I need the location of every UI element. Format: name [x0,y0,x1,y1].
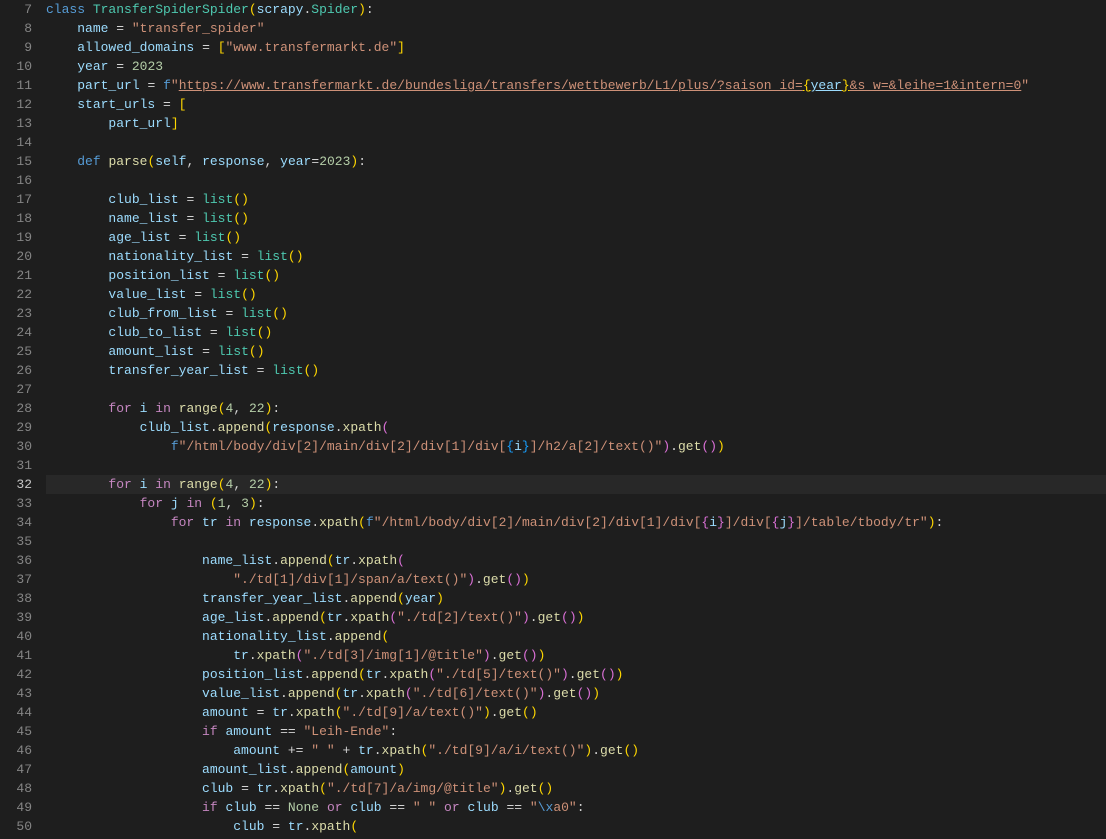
code-line[interactable] [46,456,1106,475]
line-number: 35 [0,532,32,551]
line-number: 47 [0,760,32,779]
code-line[interactable]: f"/html/body/div[2]/main/div[2]/div[1]/d… [46,437,1106,456]
code-line[interactable] [46,133,1106,152]
line-number: 36 [0,551,32,570]
code-line[interactable]: def parse(self, response, year=2023): [46,152,1106,171]
code-line[interactable]: club = tr.xpath("./td[7]/a/img/@title").… [46,779,1106,798]
code-line[interactable]: if amount == "Leih-Ende": [46,722,1106,741]
line-number: 24 [0,323,32,342]
code-line[interactable] [46,532,1106,551]
code-editor[interactable]: 7891011121314151617181920212223242526272… [0,0,1106,839]
line-number: 20 [0,247,32,266]
code-line[interactable]: amount_list.append(amount) [46,760,1106,779]
line-number: 26 [0,361,32,380]
line-number: 34 [0,513,32,532]
code-line[interactable]: club_from_list = list() [46,304,1106,323]
code-line[interactable]: year = 2023 [46,57,1106,76]
line-number: 45 [0,722,32,741]
line-number: 8 [0,19,32,38]
line-number: 7 [0,0,32,19]
line-number: 14 [0,133,32,152]
line-number: 37 [0,570,32,589]
line-number: 23 [0,304,32,323]
line-number: 9 [0,38,32,57]
code-line[interactable]: name_list = list() [46,209,1106,228]
line-number: 29 [0,418,32,437]
line-number-gutter: 7891011121314151617181920212223242526272… [0,0,46,839]
code-line[interactable]: club_list.append(response.xpath( [46,418,1106,437]
line-number: 31 [0,456,32,475]
code-line[interactable]: part_url] [46,114,1106,133]
code-line[interactable]: for tr in response.xpath(f"/html/body/di… [46,513,1106,532]
code-line[interactable]: club_list = list() [46,190,1106,209]
code-line[interactable]: club_to_list = list() [46,323,1106,342]
code-line[interactable]: for j in (1, 3): [46,494,1106,513]
line-number: 17 [0,190,32,209]
code-line[interactable]: for i in range(4, 22): [46,475,1106,494]
line-number: 44 [0,703,32,722]
line-number: 12 [0,95,32,114]
code-line[interactable]: nationality_list = list() [46,247,1106,266]
line-number: 39 [0,608,32,627]
line-number: 43 [0,684,32,703]
line-number: 30 [0,437,32,456]
line-number: 15 [0,152,32,171]
line-number: 49 [0,798,32,817]
code-line[interactable]: name_list.append(tr.xpath( [46,551,1106,570]
line-number: 22 [0,285,32,304]
line-number: 46 [0,741,32,760]
code-line[interactable]: amount_list = list() [46,342,1106,361]
code-line[interactable]: class TransferSpiderSpider(scrapy.Spider… [46,0,1106,19]
code-line[interactable]: name = "transfer_spider" [46,19,1106,38]
line-number: 28 [0,399,32,418]
code-line[interactable]: for i in range(4, 22): [46,399,1106,418]
line-number: 27 [0,380,32,399]
line-number: 18 [0,209,32,228]
code-line[interactable]: value_list = list() [46,285,1106,304]
line-number: 38 [0,589,32,608]
code-line[interactable]: age_list.append(tr.xpath("./td[2]/text()… [46,608,1106,627]
code-line[interactable]: value_list.append(tr.xpath("./td[6]/text… [46,684,1106,703]
code-line[interactable]: tr.xpath("./td[3]/img[1]/@title").get()) [46,646,1106,665]
line-number: 10 [0,57,32,76]
line-number: 41 [0,646,32,665]
code-line[interactable]: age_list = list() [46,228,1106,247]
code-line[interactable]: allowed_domains = ["www.transfermarkt.de… [46,38,1106,57]
line-number: 16 [0,171,32,190]
line-number: 25 [0,342,32,361]
line-number: 40 [0,627,32,646]
line-number: 33 [0,494,32,513]
code-line[interactable] [46,171,1106,190]
code-line[interactable]: position_list = list() [46,266,1106,285]
line-number: 50 [0,817,32,836]
line-number: 48 [0,779,32,798]
code-line[interactable]: start_urls = [ [46,95,1106,114]
code-line[interactable]: nationality_list.append( [46,627,1106,646]
code-area[interactable]: class TransferSpiderSpider(scrapy.Spider… [46,0,1106,839]
line-number: 11 [0,76,32,95]
code-line[interactable]: "./td[1]/div[1]/span/a/text()").get()) [46,570,1106,589]
code-line[interactable]: if club == None or club == " " or club =… [46,798,1106,817]
code-line[interactable]: part_url = f"https://www.transfermarkt.d… [46,76,1106,95]
code-line[interactable]: transfer_year_list = list() [46,361,1106,380]
code-line[interactable]: transfer_year_list.append(year) [46,589,1106,608]
code-line[interactable]: amount = tr.xpath("./td[9]/a/text()").ge… [46,703,1106,722]
line-number: 21 [0,266,32,285]
line-number: 42 [0,665,32,684]
code-line[interactable]: amount += " " + tr.xpath("./td[9]/a/i/te… [46,741,1106,760]
code-line[interactable]: position_list.append(tr.xpath("./td[5]/t… [46,665,1106,684]
line-number: 13 [0,114,32,133]
code-line[interactable] [46,380,1106,399]
code-line[interactable]: club = tr.xpath( [46,817,1106,836]
line-number: 32 [0,475,32,494]
line-number: 19 [0,228,32,247]
